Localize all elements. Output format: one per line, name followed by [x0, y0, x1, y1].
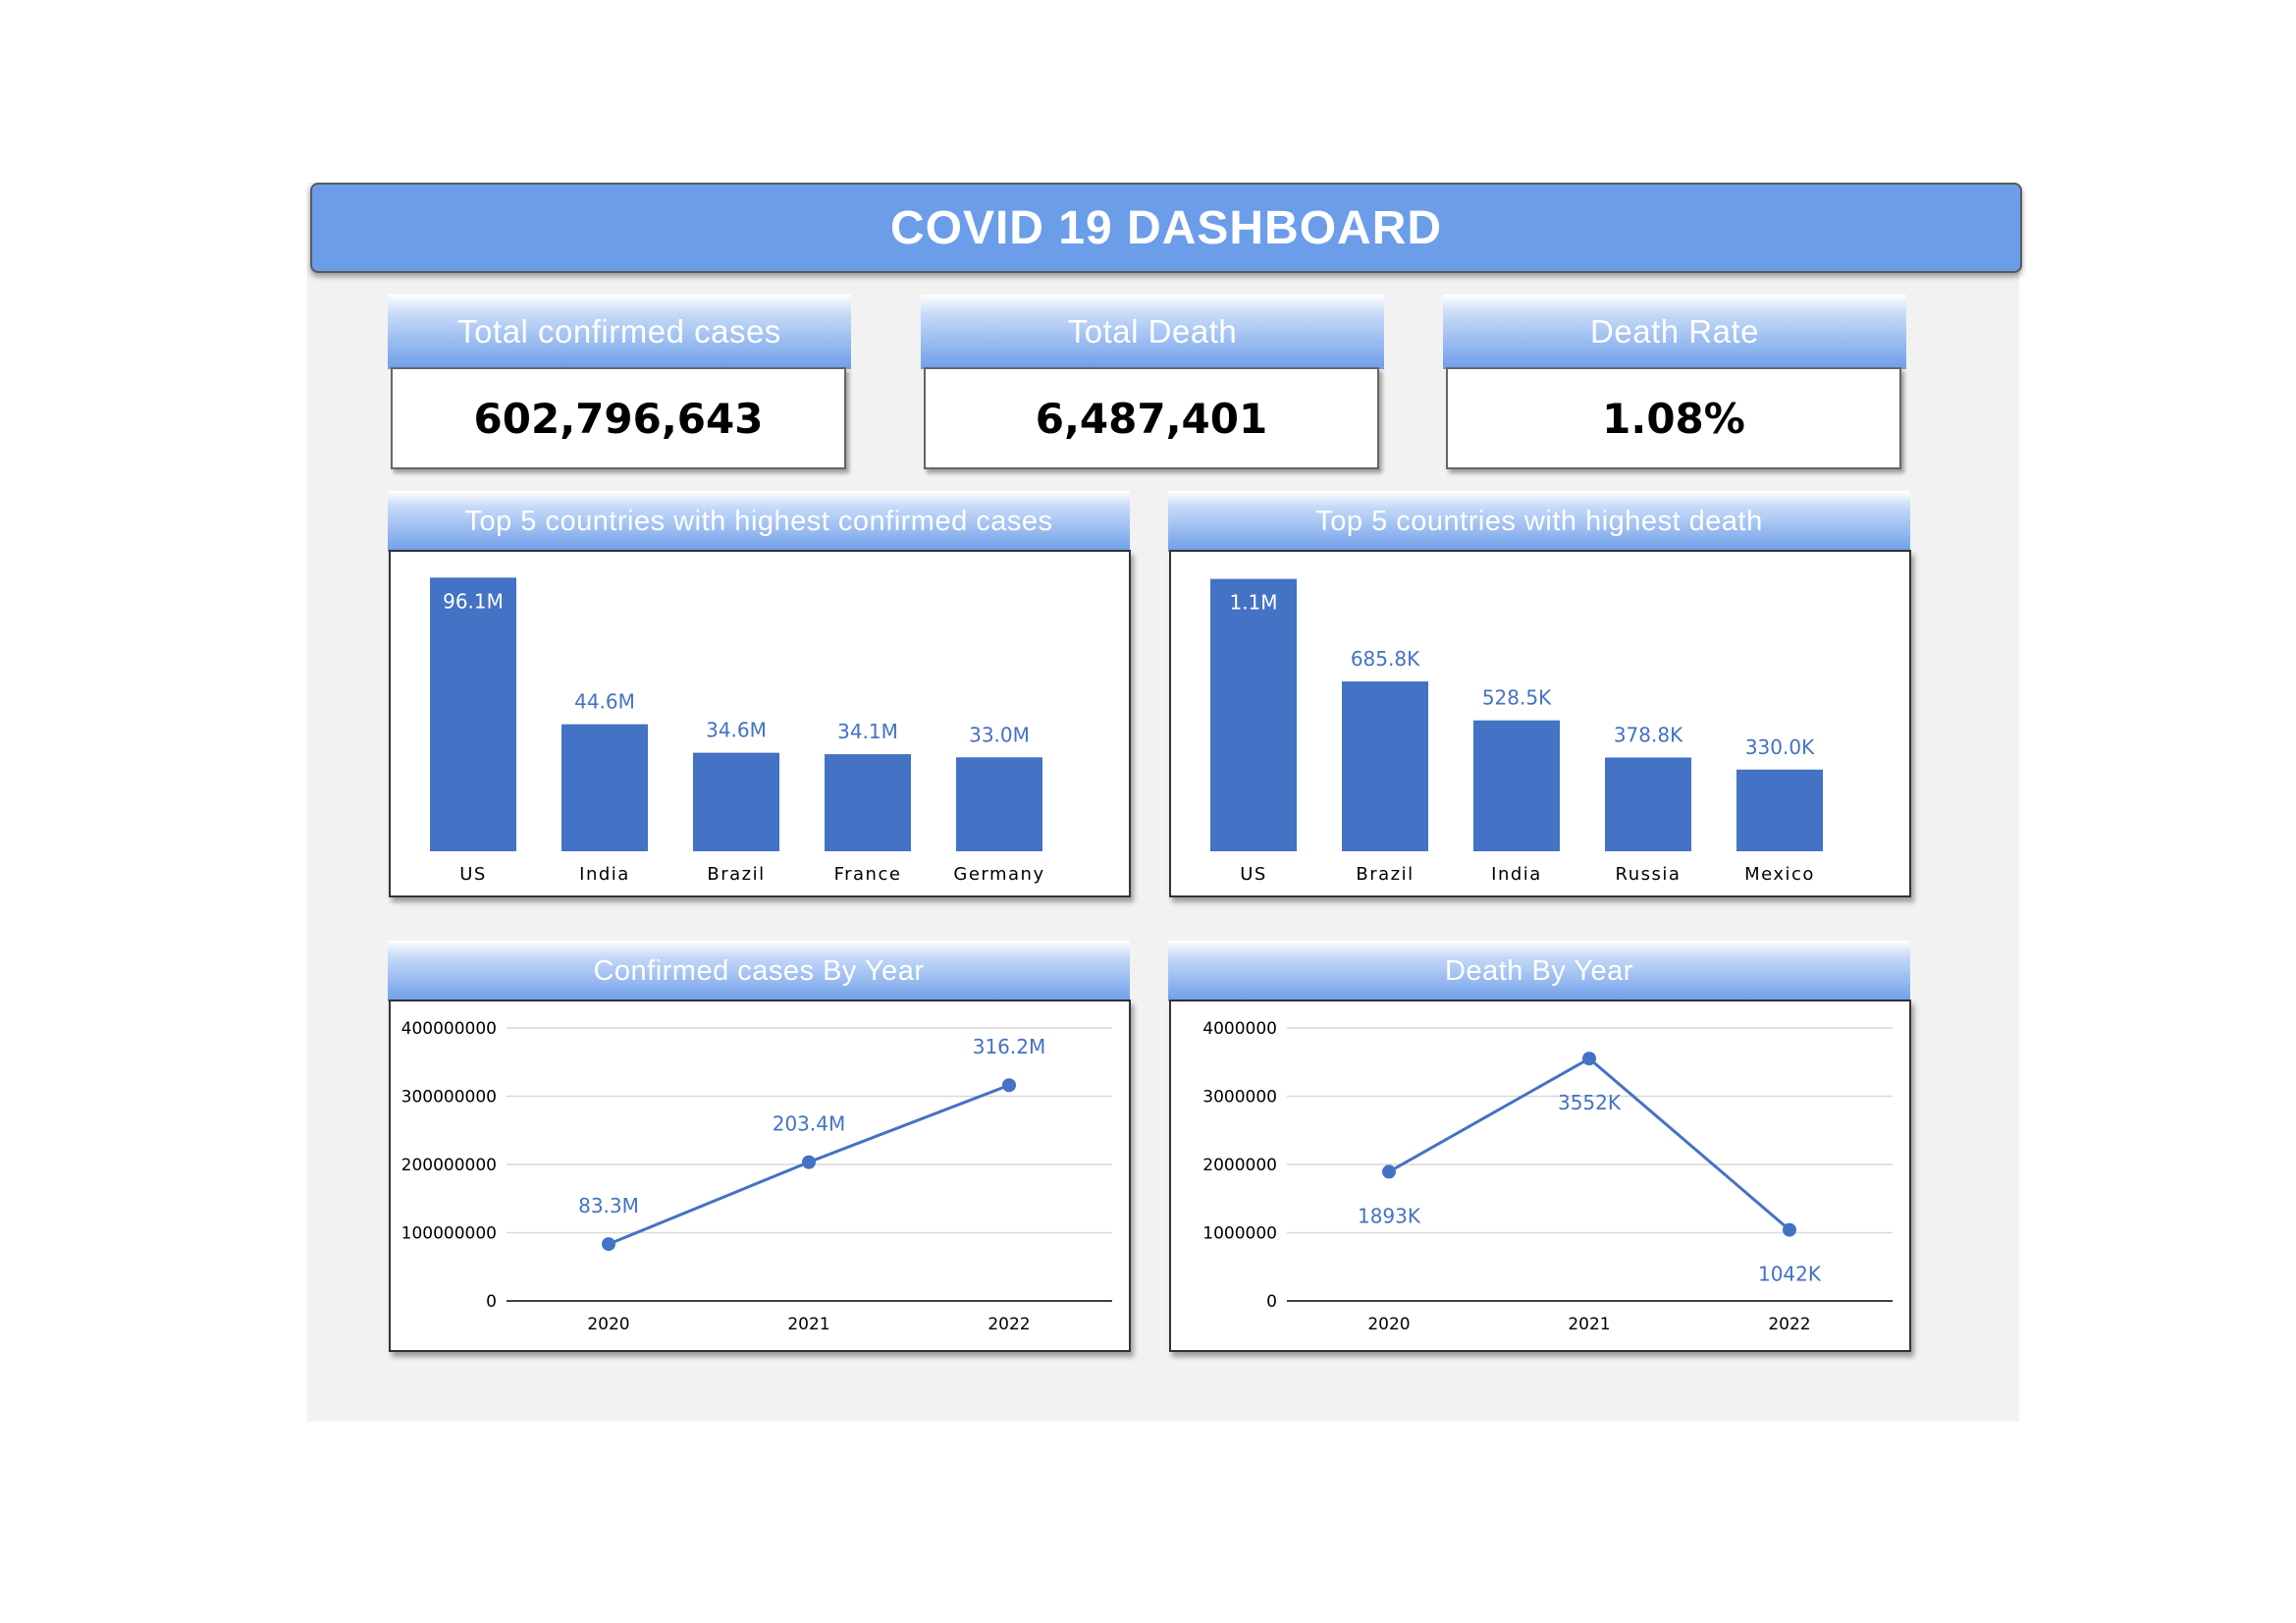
y-tick-label: 1000000 [1202, 1224, 1277, 1244]
category-label: Russia [1616, 864, 1682, 885]
panel-top-cases: Top 5 countries with highest confirmed c… [388, 491, 1131, 913]
y-tick-label: 4000000 [1202, 1019, 1277, 1039]
bar [1736, 769, 1823, 851]
panel-top-death: Top 5 countries with highest death 1.1M U… [1168, 491, 1911, 913]
x-tick-label: 2020 [1367, 1315, 1410, 1334]
y-tick-label: 0 [486, 1292, 497, 1312]
chart-area: 0 100000000 200000000 300000000 400000000 83.… [389, 1000, 1131, 1352]
bar [561, 724, 648, 851]
x-tick-label: 2022 [1768, 1315, 1810, 1334]
series-line [1388, 1056, 1790, 1231]
kpi-label: Total confirmed cases [388, 295, 851, 369]
bar-chart-death: 1.1M US 685.8K Brazil 528.5K India 378.8K Russi… [1210, 578, 1823, 885]
y-tick-label: 3000000 [1202, 1088, 1277, 1108]
line-chart-confirmed: 0 100000000 200000000 300000000 400000000 83.… [401, 1019, 1112, 1334]
bar [693, 752, 779, 851]
kpi-value: 602,796,643 [391, 367, 846, 469]
category-label: US [1240, 864, 1267, 885]
data-label: 330.0K [1745, 735, 1815, 759]
chart-area: 0 1000000 2000000 3000000 4000000 1893K 2020 35… [1169, 1000, 1911, 1352]
data-label: 83.3M [578, 1194, 639, 1217]
y-tick-label: 2000000 [1202, 1156, 1277, 1175]
data-label: 3552K [1558, 1091, 1622, 1114]
data-label: 1893K [1358, 1204, 1421, 1227]
data-label: 1042K [1758, 1263, 1822, 1286]
data-point [1382, 1164, 1396, 1179]
category-label: Brazil [707, 864, 765, 885]
category-label: Mexico [1744, 864, 1815, 885]
x-tick-label: 2022 [988, 1315, 1030, 1334]
bar [1210, 578, 1297, 851]
chart-area: 96.1M US 44.6M India 34.6M Brazil 34.1M France 3… [389, 550, 1131, 897]
data-point [1002, 1078, 1016, 1093]
kpi-label: Total Death [921, 295, 1384, 369]
y-tick-label: 300000000 [401, 1088, 497, 1108]
x-tick-label: 2021 [787, 1315, 829, 1334]
panel-cases-by-year: Confirmed cases By Year 0 100000000 200000… [388, 941, 1131, 1373]
data-point [602, 1237, 615, 1252]
data-label: 96.1M [443, 589, 504, 613]
y-tick-label: 0 [1266, 1292, 1277, 1312]
bar [1605, 757, 1691, 851]
data-label: 203.4M [773, 1112, 846, 1136]
data-label: 44.6M [574, 690, 635, 714]
chart-area: 1.1M US 685.8K Brazil 528.5K India 378.8K Russi… [1169, 550, 1911, 897]
data-label: 685.8K [1351, 647, 1420, 671]
category-label: India [1491, 864, 1542, 885]
category-label: India [579, 864, 630, 885]
line-chart-death: 0 1000000 2000000 3000000 4000000 1893K 2020 35… [1202, 1019, 1893, 1334]
data-label: 34.6M [706, 719, 767, 742]
kpi-label: Death Rate [1443, 295, 1906, 369]
dashboard-title: COVID 19 DASHBOARD [310, 183, 2022, 273]
data-point [1582, 1052, 1596, 1066]
panel-title: Top 5 countries with highest death [1168, 491, 1910, 552]
y-tick-label: 200000000 [401, 1156, 497, 1175]
bar [1473, 720, 1560, 851]
bar [956, 757, 1042, 851]
x-tick-label: 2020 [587, 1315, 629, 1334]
kpi-value: 1.08% [1446, 367, 1901, 469]
bar [1342, 681, 1428, 851]
data-label: 378.8K [1614, 723, 1683, 746]
panel-death-by-year: Death By Year 0 1000000 2000000 3000000 4000… [1168, 941, 1911, 1373]
category-label: Germany [953, 864, 1044, 885]
panel-title: Top 5 countries with highest confirmed c… [388, 491, 1130, 552]
kpi-value: 6,487,401 [924, 367, 1379, 469]
data-label: 1.1M [1229, 591, 1277, 615]
data-point [1783, 1222, 1796, 1237]
data-label: 316.2M [973, 1035, 1046, 1058]
kpi-card-death-rate: Death Rate 1.08% [1443, 295, 1906, 471]
data-label: 33.0M [969, 723, 1030, 746]
kpi-card-confirmed: Total confirmed cases 602,796,643 [388, 295, 851, 471]
data-label: 528.5K [1482, 686, 1552, 710]
category-label: Brazil [1356, 864, 1414, 885]
data-point [802, 1155, 816, 1169]
bar [430, 577, 516, 851]
y-tick-label: 400000000 [401, 1019, 497, 1039]
category-label: US [459, 864, 487, 885]
data-label: 34.1M [837, 720, 898, 743]
panel-title: Confirmed cases By Year [388, 941, 1130, 1001]
category-label: France [834, 864, 902, 885]
x-tick-label: 2021 [1568, 1315, 1610, 1334]
bar-chart-confirmed: 96.1M US 44.6M India 34.6M Brazil 34.1M France 3… [430, 577, 1044, 885]
y-tick-label: 100000000 [401, 1224, 497, 1244]
panel-title: Death By Year [1168, 941, 1910, 1001]
bar [825, 754, 911, 851]
kpi-card-death: Total Death 6,487,401 [921, 295, 1384, 471]
